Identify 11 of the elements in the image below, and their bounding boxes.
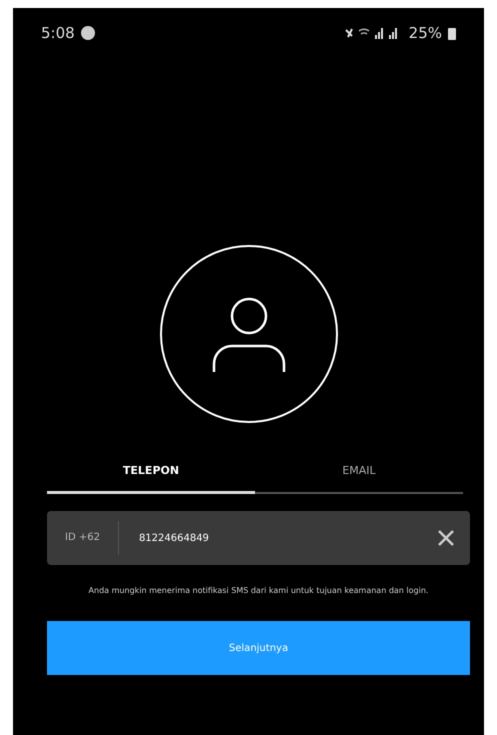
battery-icon	[448, 26, 456, 40]
battery-percent: 25%	[408, 24, 442, 42]
country-code[interactable]: ID +62	[47, 521, 119, 555]
tab[interactable]: EMAIL	[255, 456, 463, 494]
tab[interactable]: TELEPON	[47, 456, 255, 494]
avatar-icon	[158, 244, 338, 424]
phone-field[interactable]: ID +62 81224664849	[47, 511, 470, 565]
notification-icon	[80, 26, 95, 40]
sms-notice: Anda mungkin menerima notifikasi SMS dari kami untuk tujuan keamanan dan login.	[88, 585, 430, 597]
close-icon	[438, 530, 454, 546]
status-time: 5:08	[41, 24, 75, 42]
